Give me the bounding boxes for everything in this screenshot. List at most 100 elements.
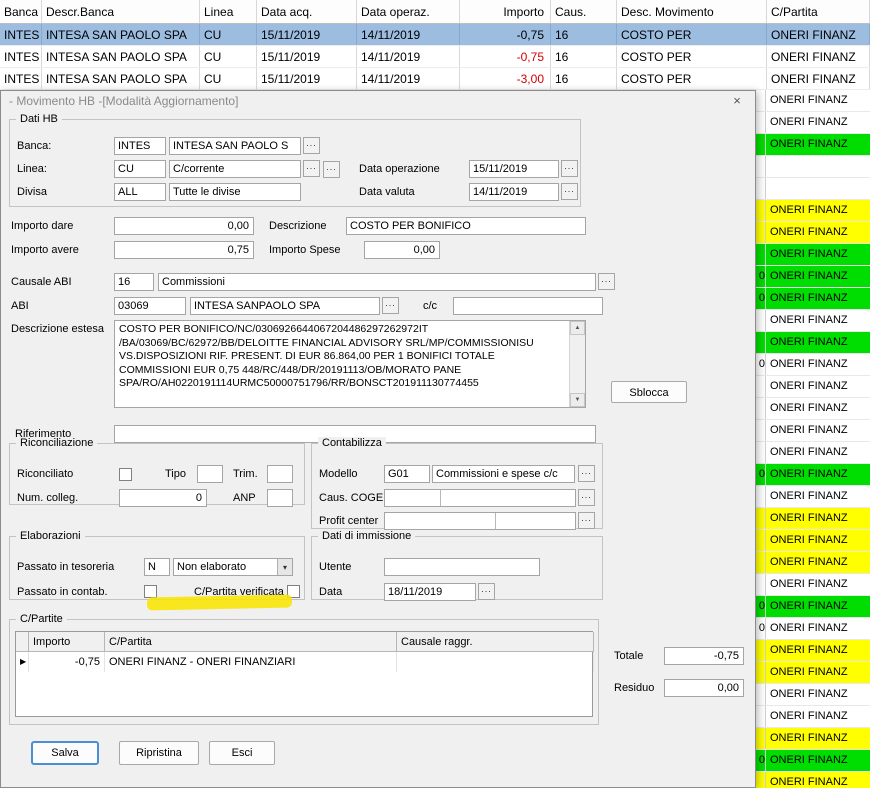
sblocca-button[interactable]: Sblocca <box>611 381 687 403</box>
salva-button[interactable]: Salva <box>31 741 99 765</box>
modello-browse-button[interactable]: ... <box>578 465 595 482</box>
grid-cell[interactable]: COSTO PER <box>617 24 767 45</box>
grid-cell[interactable]: -0,75 <box>460 24 551 45</box>
c-partita-grid-cell[interactable]: ONERI FINANZ <box>756 552 870 574</box>
col-header-caus-[interactable]: Caus. <box>551 0 617 23</box>
cpartite-cell-c-partita[interactable]: ONERI FINANZ - ONERI FINANZIARI <box>105 652 397 672</box>
modello-code-field[interactable]: G01 <box>384 465 430 483</box>
grid-cell[interactable]: ONERI FINANZ <box>767 24 870 45</box>
grid-row[interactable]: INTESINTESA SAN PAOLO SPACU15/11/201914/… <box>0 24 870 46</box>
utente-field[interactable] <box>384 558 540 576</box>
causale-abi-desc-field[interactable]: Commissioni <box>158 273 596 291</box>
col-header-importo[interactable]: Importo <box>460 0 551 23</box>
grid-cell[interactable]: CU <box>200 24 257 45</box>
importo-dare-field[interactable]: 0,00 <box>114 217 254 235</box>
grid-cell[interactable]: 14/11/2019 <box>357 46 460 67</box>
c-partita-grid-cell[interactable]: ONERI FINANZ <box>756 332 870 354</box>
grid-cell[interactable]: INTESA SAN PAOLO SPA <box>42 68 200 89</box>
cc-field[interactable] <box>453 297 603 315</box>
c-partita-grid-cell[interactable]: 0ONERI FINANZ <box>756 618 870 640</box>
passato-contab-checkbox[interactable] <box>144 585 157 598</box>
c-partita-grid-cell[interactable]: ONERI FINANZ <box>756 706 870 728</box>
grid-cell[interactable]: COSTO PER <box>617 68 767 89</box>
grid-cell[interactable]: COSTO PER <box>617 46 767 67</box>
profit-center-field[interactable] <box>384 512 576 530</box>
cpartite-cell-causale-raggr[interactable] <box>397 652 594 672</box>
col-header-data-operaz-[interactable]: Data operaz. <box>357 0 460 23</box>
c-partita-grid-cell[interactable]: ONERI FINANZ <box>756 728 870 750</box>
close-icon[interactable]: × <box>727 93 747 110</box>
c-partita-grid-cell[interactable]: ONERI FINANZ <box>756 640 870 662</box>
grid-cell[interactable]: 15/11/2019 <box>257 46 357 67</box>
grid-cell[interactable]: -0,75 <box>460 46 551 67</box>
c-partita-grid-cell[interactable]: 0ONERI FINANZ <box>756 464 870 486</box>
profit-center-browse-button[interactable]: ... <box>578 512 595 529</box>
grid-cell[interactable]: CU <box>200 46 257 67</box>
abi-code-field[interactable]: 03069 <box>114 297 186 315</box>
grid-cell[interactable]: 15/11/2019 <box>257 24 357 45</box>
data-operazione-field[interactable]: 15/11/2019 <box>469 160 559 178</box>
linea-browse-button[interactable]: ... <box>303 160 320 177</box>
c-partita-grid-cell[interactable]: 0ONERI FINANZ <box>756 750 870 772</box>
c-partita-grid-cell[interactable]: ONERI FINANZ <box>756 530 870 552</box>
linea-name-field[interactable]: C/corrente <box>169 160 301 178</box>
importo-spese-field[interactable]: 0,00 <box>364 241 440 259</box>
modello-desc-field[interactable]: Commissioni e spese c/c <box>432 465 575 483</box>
data-operazione-browse-button[interactable]: ... <box>561 160 578 177</box>
grid-cell[interactable]: INTESA SAN PAOLO SPA <box>42 24 200 45</box>
cpartite-cell-importo[interactable]: -0,75 <box>29 652 105 672</box>
c-partita-grid-cell[interactable]: ONERI FINANZ <box>756 442 870 464</box>
linea-code-field[interactable]: CU <box>114 160 166 178</box>
textarea-scrollbar[interactable]: ▲ ▼ <box>569 321 585 407</box>
col-header-descr-banca[interactable]: Descr.Banca <box>42 0 200 23</box>
caus-coge-field[interactable] <box>384 489 576 507</box>
grid-cell[interactable]: 14/11/2019 <box>357 68 460 89</box>
col-header-linea[interactable]: Linea <box>200 0 257 23</box>
c-partita-grid-cell[interactable]: ONERI FINANZ <box>756 684 870 706</box>
scroll-down-icon[interactable]: ▼ <box>570 393 585 407</box>
causale-abi-code-field[interactable]: 16 <box>114 273 154 291</box>
tipo-field[interactable] <box>197 465 223 483</box>
cpartite-row[interactable]: ▶-0,75ONERI FINANZ - ONERI FINANZIARI <box>16 652 592 672</box>
data-immissione-browse-button[interactable]: ... <box>478 583 495 600</box>
col-header-banca[interactable]: Banca <box>0 0 42 23</box>
c-partita-grid-cell[interactable]: ONERI FINANZ <box>756 398 870 420</box>
c-partita-grid-cell[interactable]: 0ONERI FINANZ <box>756 354 870 376</box>
dropdown-arrow-icon[interactable]: ▾ <box>277 559 292 575</box>
divisa-code-field[interactable]: ALL <box>114 183 166 201</box>
descrizione-field[interactable]: COSTO PER BONIFICO <box>346 217 586 235</box>
grid-cell[interactable]: 14/11/2019 <box>357 24 460 45</box>
c-partita-grid-cell[interactable]: ONERI FINANZ <box>756 200 870 222</box>
scroll-up-icon[interactable]: ▲ <box>570 321 585 335</box>
grid-cell[interactable]: 16 <box>551 46 617 67</box>
c-partita-grid-cell[interactable]: ONERI FINANZ <box>756 486 870 508</box>
grid-cell[interactable]: 15/11/2019 <box>257 68 357 89</box>
banca-code-field[interactable]: INTES <box>114 137 166 155</box>
num-colleg-field[interactable]: 0 <box>119 489 207 507</box>
riconciliato-checkbox[interactable] <box>119 468 132 481</box>
divisa-name-field[interactable]: Tutte le divise <box>169 183 301 201</box>
ripristina-button[interactable]: Ripristina <box>119 741 199 765</box>
c-partita-grid-cell[interactable]: ONERI FINANZ <box>756 772 870 788</box>
banca-name-field[interactable]: INTESA SAN PAOLO S <box>169 137 301 155</box>
c-partita-grid-cell[interactable]: 0ONERI FINANZ <box>756 266 870 288</box>
esci-button[interactable]: Esci <box>209 741 275 765</box>
tesoreria-combo[interactable]: Non elaborato ▾ <box>173 558 293 576</box>
c-partita-grid-cell[interactable]: ONERI FINANZ <box>756 310 870 332</box>
importo-avere-field[interactable]: 0,75 <box>114 241 254 259</box>
col-header-desc-movimento[interactable]: Desc. Movimento <box>617 0 767 23</box>
c-partita-grid-cell[interactable]: ONERI FINANZ <box>756 134 870 156</box>
causale-abi-browse-button[interactable]: ... <box>598 273 615 290</box>
abi-browse-button[interactable]: ... <box>382 297 399 314</box>
c-partita-grid-cell[interactable]: ONERI FINANZ <box>756 420 870 442</box>
dati-hb-extra-browse-button[interactable]: ... <box>323 161 340 178</box>
tesoreria-code-field[interactable]: N <box>144 558 170 576</box>
c-partita-grid-cell[interactable] <box>756 178 870 200</box>
grid-cell[interactable]: 16 <box>551 24 617 45</box>
c-partita-grid-cell[interactable]: ONERI FINANZ <box>756 662 870 684</box>
data-valuta-field[interactable]: 14/11/2019 <box>469 183 559 201</box>
c-partita-grid-cell[interactable]: 0ONERI FINANZ <box>756 288 870 310</box>
data-valuta-browse-button[interactable]: ... <box>561 183 578 200</box>
c-partita-grid-cell[interactable]: ONERI FINANZ <box>756 244 870 266</box>
grid-cell[interactable]: ONERI FINANZ <box>767 46 870 67</box>
